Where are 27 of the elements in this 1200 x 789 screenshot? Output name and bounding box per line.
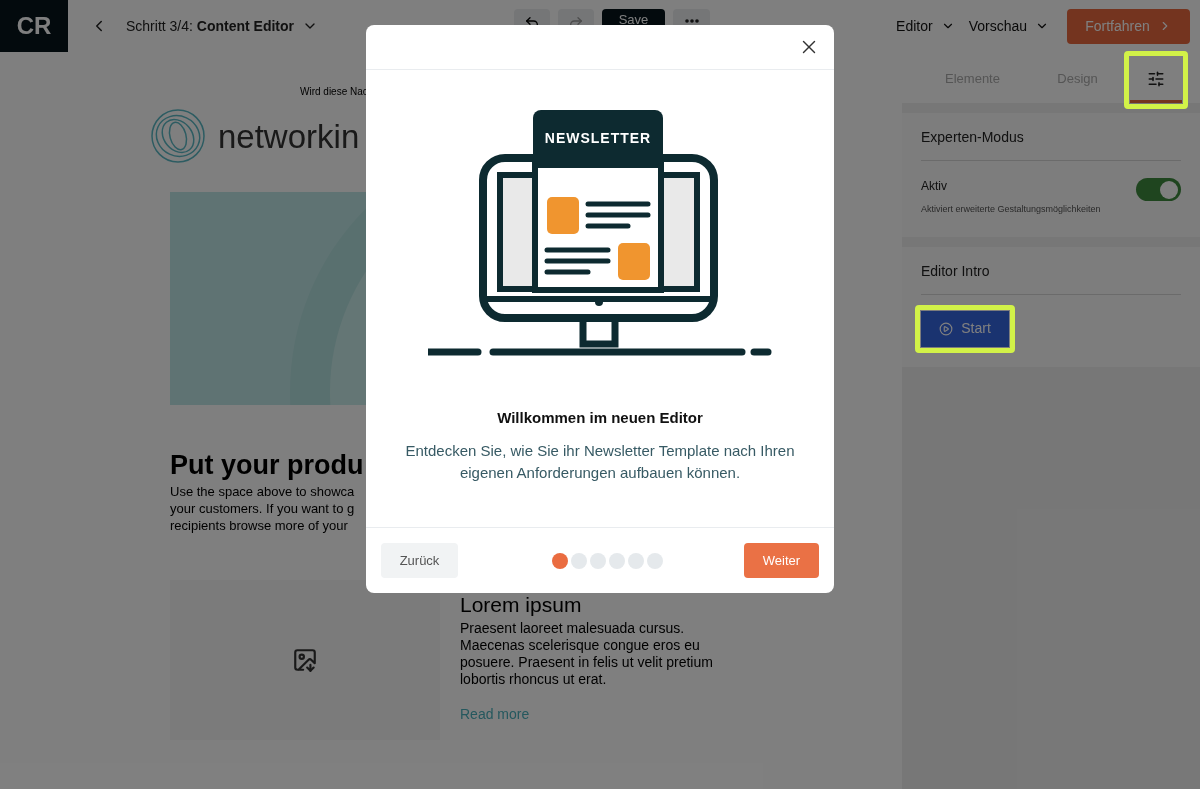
brand-logo-icon xyxy=(150,108,206,164)
illustration-label: NEWSLETTER xyxy=(544,130,652,146)
next-button[interactable]: Weiter xyxy=(744,543,819,578)
article-text: Praesent laoreet malesuada cursus. Maecenas scelerisque congue eros eu posuere. Praesent in felis ut velit pretium lobortis rhoncus ut erat. xyxy=(460,619,713,688)
start-button[interactable]: Start xyxy=(921,310,1009,347)
logo: CR xyxy=(0,0,68,52)
article-title: Lorem ipsum xyxy=(460,593,583,616)
more-icon xyxy=(684,18,699,23)
step-dropdown[interactable]: Schritt 3/4: Content Editor xyxy=(126,15,319,37)
card-title: Editor Intro xyxy=(921,260,1181,295)
toggle-hint: Aktiviert erweiterte Gestaltungsmöglichkeiten xyxy=(921,203,1101,216)
settings-icon xyxy=(1147,69,1165,88)
toggle-label: Aktiv xyxy=(921,178,948,195)
toggle-switch[interactable] xyxy=(1136,178,1181,201)
image-icon xyxy=(292,646,318,673)
card-title: Experten-Modus xyxy=(921,127,1181,161)
section-heading: Put your produ xyxy=(170,449,364,482)
back-button[interactable]: Zurück xyxy=(381,543,458,578)
continue-button[interactable]: Fortfahren xyxy=(1067,8,1190,44)
dialog-title: Willkommen im neuen Editor xyxy=(496,408,704,428)
menu-dropdown[interactable]: Editor xyxy=(896,15,955,37)
read-more-link[interactable]: Read more xyxy=(460,703,713,725)
dialog-text: Entdecken Sie, wie Sie ihr Newsletter Template nach Ihren eigenen Anforderungen aufbauen können. xyxy=(404,440,796,483)
menu-dropdown[interactable]: Vorschau xyxy=(968,15,1049,37)
brand-name: networkin xyxy=(218,119,360,153)
play-icon xyxy=(939,321,954,336)
section-text: Use the space above to showca your customers. If you want to g recipients browse more of your xyxy=(170,482,355,534)
